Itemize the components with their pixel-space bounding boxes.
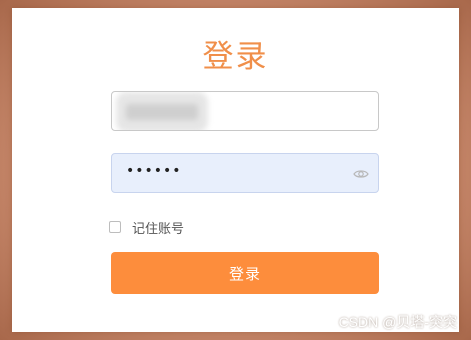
password-value: •••••• <box>126 163 182 179</box>
redacted-username-blur <box>116 92 208 130</box>
page-title: 登录 <box>202 39 269 75</box>
remember-checkbox[interactable] <box>109 221 121 233</box>
page-background: 登录 •••••• 记住账号 登录 CSDN @贝塔-突突 <box>0 0 471 340</box>
remember-account-row[interactable]: 记住账号 <box>109 218 185 237</box>
password-field[interactable]: •••••• <box>111 153 379 193</box>
eye-icon[interactable] <box>353 166 369 182</box>
login-card: 登录 •••••• 记住账号 登录 <box>12 8 459 332</box>
watermark: CSDN @贝塔-突突 <box>338 314 457 330</box>
login-button[interactable]: 登录 <box>111 252 379 294</box>
remember-label: 记住账号 <box>132 221 185 237</box>
username-field[interactable] <box>111 91 379 131</box>
